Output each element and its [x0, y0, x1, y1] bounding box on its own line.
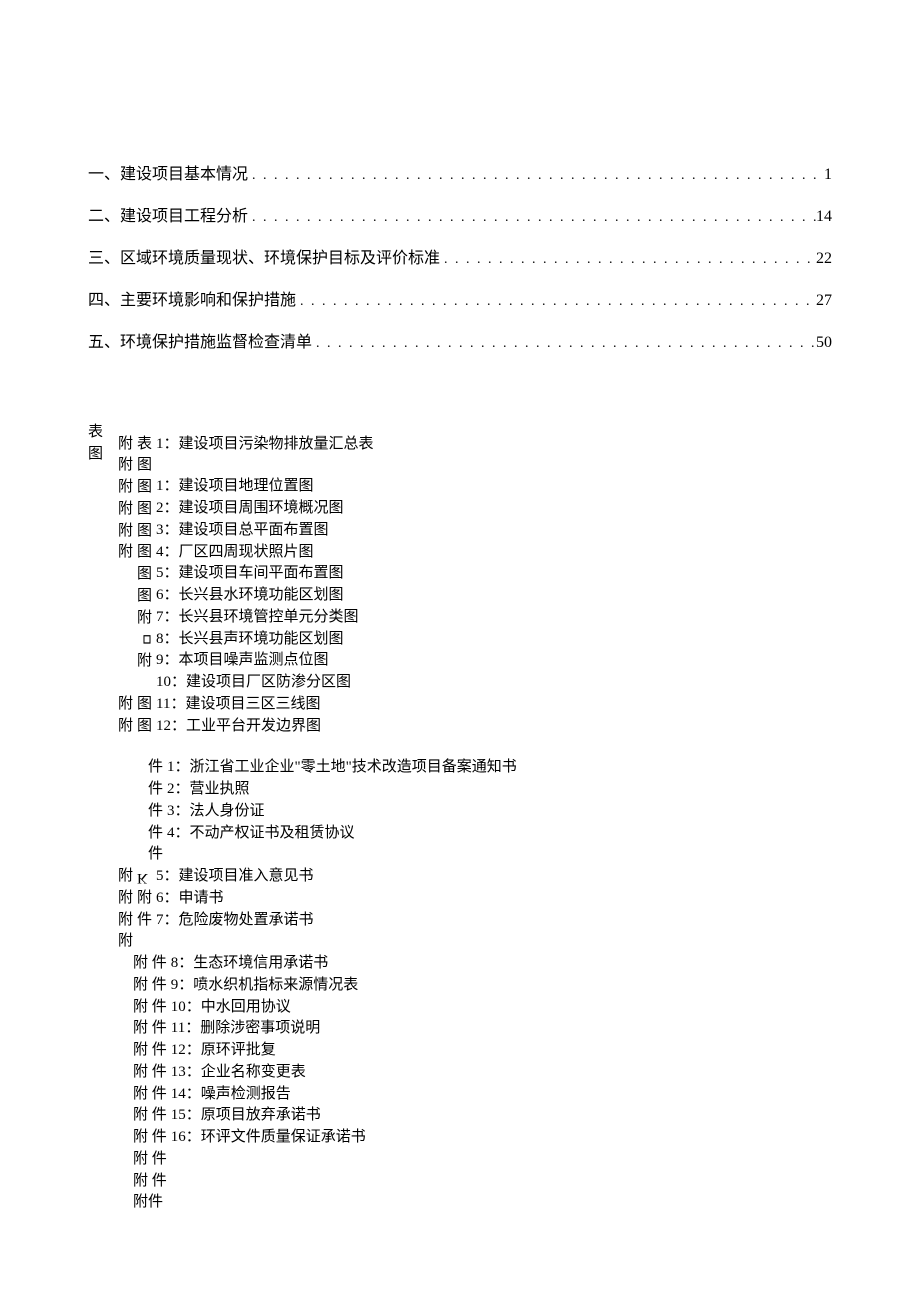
appendix-figure-item: 1：建设项目地理位置图 [156, 476, 374, 498]
type-column: 表 图 图 图 图 图 图 图 附 ㅁ 附 [137, 434, 152, 673]
toc-leader: . . . . . . . . . . . . . . . . . . . . … [296, 294, 816, 310]
attachment-item: 6：申请书 [156, 888, 314, 910]
attachment-item: 3：法人身份证 [167, 801, 517, 823]
items-column: 5：建设项目准入意见书 6：申请书 7：危险废物处置承诺书 [156, 866, 314, 931]
attachment-item: 9：喷水织机指标来源情况表 [171, 975, 366, 997]
attachment-item: 11：删除涉密事项说明 [171, 1018, 366, 1040]
attachment-item: 2：营业执照 [167, 779, 517, 801]
prefix-column: 附 附 [118, 694, 133, 738]
toc-leader: . . . . . . . . . . . . . . . . . . . . … [440, 252, 816, 268]
toc-entry: 四、主要环境影响和保护措施 . . . . . . . . . . . . . … [88, 286, 832, 310]
fujian-label: 附件 [133, 1192, 167, 1214]
head-biao: 表 [88, 422, 103, 444]
items-column: 11：建设项目三区三线图 12：工业平台开发边界图 [156, 694, 321, 738]
prefix-column: 附 附 附 附 [118, 866, 133, 953]
jian-column: 件 件 件 件 件 [148, 757, 163, 866]
toc-leader: . . . . . . . . . . . . . . . . . . . . … [312, 336, 816, 352]
appendix-section: 表 图 附 附 附 附 附 附 表 图 图 图 图 图 图 图 附 ㅁ 附 1 [88, 422, 832, 1214]
table-of-contents: 一、建设项目基本情况 . . . . . . . . . . . . . . .… [88, 160, 832, 352]
toc-entry: 二、建设项目工程分析 . . . . . . . . . . . . . . .… [88, 202, 832, 226]
attachment-item: 16：环评文件质量保证承诺书 [171, 1127, 366, 1149]
toc-title: 三、区域环境质量现状、环境保护目标及评价标准 [88, 244, 440, 268]
appendix-figure-item: 6：长兴县水环境功能区划图 [156, 585, 374, 607]
attachment-item: 5：建设项目准入意见书 [156, 866, 314, 888]
toc-page: 1 [824, 166, 832, 184]
toc-page: 50 [816, 334, 832, 352]
toc-entry: 三、区域环境质量现状、环境保护目标及评价标准 . . . . . . . . .… [88, 244, 832, 268]
appendix-figure-item: 4：厂区四周现状照片图 [156, 542, 374, 564]
toc-page: 27 [816, 292, 832, 310]
toc-leader: . . . . . . . . . . . . . . . . . . . . … [248, 168, 824, 184]
appendix-figure-item: 5：建设项目车间平面布置图 [156, 563, 374, 585]
attachment-item: 8：生态环境信用承诺书 [171, 953, 366, 975]
fu-jian-column: 附 件 附 件 附 件 附 件 附 件 附 件 附 件 附 件 附 件 附 件 … [133, 953, 167, 1214]
attachment-item: 10：中水回用协议 [171, 997, 366, 1019]
type-column: K 附 件 [137, 866, 152, 931]
attachment-item: 13：企业名称变更表 [171, 1062, 366, 1084]
attachment-item: 4：不动产权证书及租赁协议 [167, 823, 517, 845]
attachment-item: 12：原环评批复 [171, 1040, 366, 1062]
attachment-item: 7：危险废物处置承诺书 [156, 910, 314, 932]
toc-leader: . . . . . . . . . . . . . . . . . . . . … [248, 210, 816, 226]
items-column: 8：生态环境信用承诺书 9：喷水织机指标来源情况表 10：中水回用协议 11：删… [171, 953, 366, 1149]
appendix-table-item: 1：建设项目污染物排放量汇总表 [156, 434, 374, 456]
toc-page: 22 [816, 250, 832, 268]
attachment-item: 14：噪声检测报告 [171, 1084, 366, 1106]
toc-title: 五、环境保护措施监督检查清单 [88, 328, 312, 352]
prefix-column: 附 附 附 附 附 附 [118, 434, 133, 565]
toc-title: 一、建设项目基本情况 [88, 160, 248, 184]
type-column: 图 图 [137, 694, 152, 738]
appendix-figure-item: 10：建设项目厂区防渗分区图 [156, 672, 374, 694]
attachment-item: 1：浙江省工业企业"零土地"技术改造项目备案通知书 [167, 757, 517, 779]
toc-title: 二、建设项目工程分析 [88, 202, 248, 226]
appendix-figure-item: 8：长兴县声环境功能区划图 [156, 629, 374, 651]
attachments-block: 件 件 件 件 件 1：浙江省工业企业"零土地"技术改造项目备案通知书 2：营业… [88, 757, 832, 1214]
head-tu: 图 [88, 444, 103, 466]
items-column: 1：建设项目污染物排放量汇总表 1：建设项目地理位置图 2：建设项目周围环境概况… [156, 434, 374, 694]
appendix-figure-item: 9：本项目噪声监测点位图 [156, 650, 374, 672]
appendix-figure-item: 12：工业平台开发边界图 [156, 716, 321, 738]
appendix-figure-item: 11：建设项目三区三线图 [156, 694, 321, 716]
toc-title: 四、主要环境影响和保护措施 [88, 286, 296, 310]
toc-entry: 一、建设项目基本情况 . . . . . . . . . . . . . . .… [88, 160, 832, 184]
attachment-item: 15：原项目放弃承诺书 [171, 1105, 366, 1127]
appendix-figure-item: 3：建设项目总平面布置图 [156, 520, 374, 542]
toc-page: 14 [816, 208, 832, 226]
toc-entry: 五、环境保护措施监督检查清单 . . . . . . . . . . . . .… [88, 328, 832, 352]
appendix-figure-item: 7：长兴县环境管控单元分类图 [156, 607, 374, 629]
appendix-figure-item: 2：建设项目周围环境概况图 [156, 498, 374, 520]
items-column: 1：浙江省工业企业"零土地"技术改造项目备案通知书 2：营业执照 3：法人身份证… [167, 757, 517, 844]
